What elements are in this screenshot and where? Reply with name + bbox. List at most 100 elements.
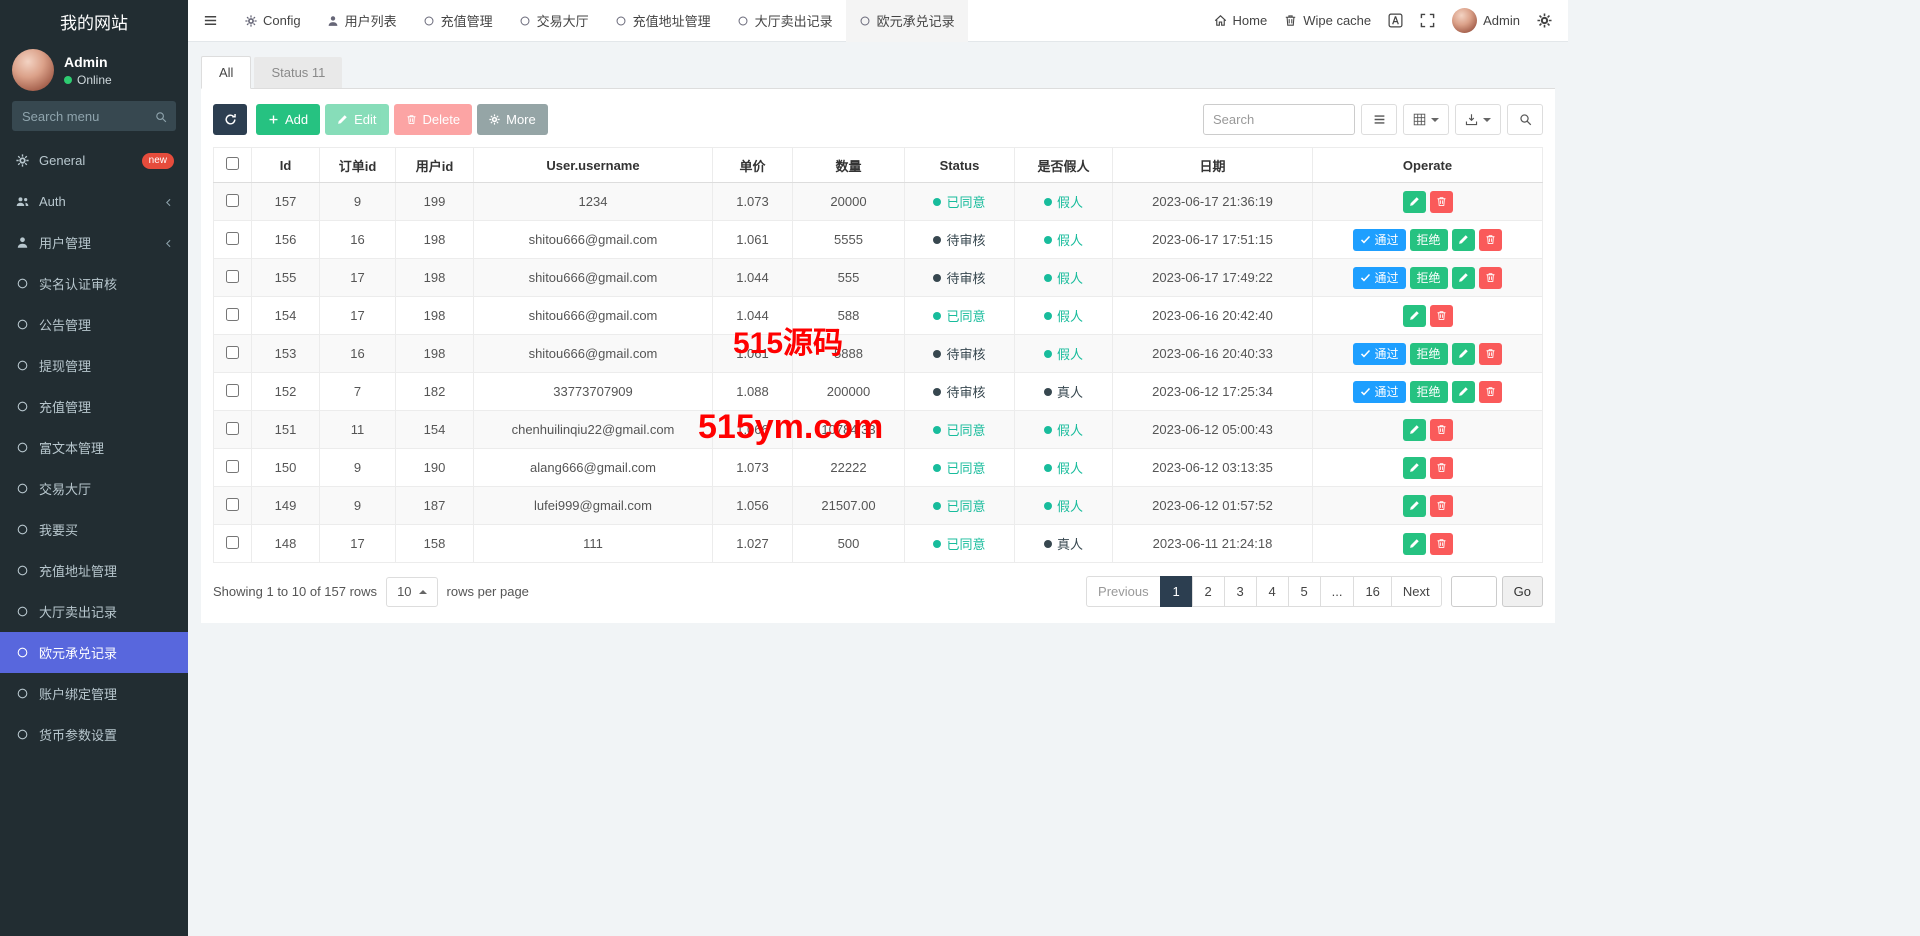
sidebar-item-recharge[interactable]: 充值管理 bbox=[0, 386, 188, 427]
row-checkbox[interactable] bbox=[226, 384, 239, 397]
tab-user-list[interactable]: 用户列表 bbox=[314, 0, 410, 42]
tab-recharge[interactable]: 充值管理 bbox=[410, 0, 506, 42]
edit-button[interactable] bbox=[1403, 419, 1426, 441]
row-checkbox[interactable] bbox=[226, 232, 239, 245]
search-button[interactable] bbox=[1507, 104, 1543, 135]
row-checkbox[interactable] bbox=[226, 346, 239, 359]
edit-button[interactable] bbox=[1452, 267, 1475, 289]
column-header-status[interactable]: Status bbox=[905, 148, 1015, 183]
page-5-button[interactable]: 5 bbox=[1288, 576, 1321, 607]
delete-button[interactable] bbox=[1430, 495, 1453, 517]
edit-button[interactable] bbox=[1403, 495, 1426, 517]
page-1-button[interactable]: 1 bbox=[1160, 576, 1193, 607]
page-size-dropdown[interactable]: 10 bbox=[386, 577, 437, 607]
goto-page-input[interactable] bbox=[1451, 576, 1497, 607]
column-header-username[interactable]: User.username bbox=[474, 148, 713, 183]
sidebar-item-general[interactable]: General new bbox=[0, 140, 188, 181]
sidebar-item-announcement[interactable]: 公告管理 bbox=[0, 304, 188, 345]
admin-menu[interactable]: Admin bbox=[1452, 8, 1520, 33]
reject-button[interactable]: 拒绝 bbox=[1410, 229, 1448, 251]
sidebar-item-realname-verify[interactable]: 实名认证审核 bbox=[0, 263, 188, 304]
sidebar-item-euro-exchange-records[interactable]: 欧元承兑记录 bbox=[0, 632, 188, 673]
approve-button[interactable]: 通过 bbox=[1353, 229, 1405, 251]
row-checkbox[interactable] bbox=[226, 308, 239, 321]
delete-button[interactable] bbox=[1430, 191, 1453, 213]
language-button[interactable] bbox=[1388, 13, 1403, 28]
delete-button[interactable] bbox=[1479, 381, 1502, 403]
more-button[interactable]: More bbox=[477, 104, 548, 135]
refresh-button[interactable] bbox=[213, 104, 247, 135]
approve-button[interactable]: 通过 bbox=[1353, 343, 1405, 365]
sidebar-item-recharge-address[interactable]: 充值地址管理 bbox=[0, 550, 188, 591]
edit-button[interactable] bbox=[1403, 533, 1426, 555]
page-2-button[interactable]: 2 bbox=[1192, 576, 1225, 607]
edit-button[interactable] bbox=[1403, 305, 1426, 327]
delete-button[interactable] bbox=[1479, 267, 1502, 289]
page-3-button[interactable]: 3 bbox=[1224, 576, 1257, 607]
row-checkbox[interactable] bbox=[226, 270, 239, 283]
export-dropdown-button[interactable] bbox=[1455, 104, 1501, 135]
row-checkbox[interactable] bbox=[226, 422, 239, 435]
tab-hall-sell-records[interactable]: 大厅卖出记录 bbox=[724, 0, 846, 42]
sidebar-toggle-button[interactable] bbox=[188, 0, 232, 42]
edit-button[interactable] bbox=[1403, 457, 1426, 479]
reject-button[interactable]: 拒绝 bbox=[1410, 343, 1448, 365]
tab-status-11[interactable]: Status 11 bbox=[254, 57, 342, 88]
home-button[interactable]: Home bbox=[1214, 13, 1268, 28]
page-ellipsis[interactable]: ... bbox=[1320, 576, 1355, 607]
previous-page-button[interactable]: Previous bbox=[1086, 576, 1161, 607]
row-checkbox[interactable] bbox=[226, 194, 239, 207]
tab-all[interactable]: All bbox=[201, 56, 251, 89]
approve-button[interactable]: 通过 bbox=[1353, 267, 1405, 289]
menu-search-input[interactable] bbox=[12, 101, 176, 131]
columns-dropdown-button[interactable] bbox=[1403, 104, 1449, 135]
row-checkbox[interactable] bbox=[226, 460, 239, 473]
edit-button[interactable] bbox=[1452, 229, 1475, 251]
toggle-view-button[interactable] bbox=[1361, 104, 1397, 135]
edit-button[interactable] bbox=[1452, 381, 1475, 403]
select-all-checkbox[interactable] bbox=[226, 157, 239, 170]
sidebar-item-account-binding[interactable]: 账户绑定管理 bbox=[0, 673, 188, 714]
approve-button[interactable]: 通过 bbox=[1353, 381, 1405, 403]
row-checkbox[interactable] bbox=[226, 498, 239, 511]
add-button[interactable]: Add bbox=[256, 104, 320, 135]
delete-button[interactable] bbox=[1430, 305, 1453, 327]
sidebar-item-want-to-buy[interactable]: 我要买 bbox=[0, 509, 188, 550]
tab-recharge-address[interactable]: 充值地址管理 bbox=[602, 0, 724, 42]
delete-button[interactable] bbox=[1479, 343, 1502, 365]
fullscreen-button[interactable] bbox=[1420, 13, 1435, 28]
wipe-cache-button[interactable]: Wipe cache bbox=[1284, 13, 1371, 28]
tab-trade-hall[interactable]: 交易大厅 bbox=[506, 0, 602, 42]
column-header-order-id[interactable]: 订单id bbox=[320, 148, 396, 183]
edit-button[interactable]: Edit bbox=[325, 104, 388, 135]
sidebar-item-auth[interactable]: Auth bbox=[0, 181, 188, 222]
column-header-fake[interactable]: 是否假人 bbox=[1015, 148, 1113, 183]
sidebar-item-withdraw[interactable]: 提现管理 bbox=[0, 345, 188, 386]
reject-button[interactable]: 拒绝 bbox=[1410, 267, 1448, 289]
table-search-input[interactable] bbox=[1203, 104, 1355, 135]
column-header-operate[interactable]: Operate bbox=[1313, 148, 1543, 183]
sidebar-item-user-management[interactable]: 用户管理 bbox=[0, 222, 188, 263]
delete-button[interactable]: Delete bbox=[394, 104, 473, 135]
column-header-price[interactable]: 单价 bbox=[713, 148, 793, 183]
page-16-button[interactable]: 16 bbox=[1353, 576, 1391, 607]
delete-button[interactable] bbox=[1430, 533, 1453, 555]
row-checkbox[interactable] bbox=[226, 536, 239, 549]
next-page-button[interactable]: Next bbox=[1391, 576, 1442, 607]
column-header-amount[interactable]: 数量 bbox=[793, 148, 905, 183]
sidebar-item-currency-params[interactable]: 货币参数设置 bbox=[0, 714, 188, 755]
column-header-date[interactable]: 日期 bbox=[1113, 148, 1313, 183]
delete-button[interactable] bbox=[1479, 229, 1502, 251]
delete-button[interactable] bbox=[1430, 419, 1453, 441]
go-button[interactable]: Go bbox=[1502, 576, 1543, 607]
settings-button[interactable] bbox=[1537, 13, 1552, 28]
edit-button[interactable] bbox=[1403, 191, 1426, 213]
delete-button[interactable] bbox=[1430, 457, 1453, 479]
tab-config[interactable]: Config bbox=[232, 0, 314, 42]
sidebar-item-hall-sell-records[interactable]: 大厅卖出记录 bbox=[0, 591, 188, 632]
edit-button[interactable] bbox=[1452, 343, 1475, 365]
column-header-id[interactable]: Id bbox=[252, 148, 320, 183]
sidebar-item-richtext[interactable]: 富文本管理 bbox=[0, 427, 188, 468]
tab-euro-exchange-records[interactable]: 欧元承兑记录 bbox=[846, 0, 968, 42]
reject-button[interactable]: 拒绝 bbox=[1410, 381, 1448, 403]
